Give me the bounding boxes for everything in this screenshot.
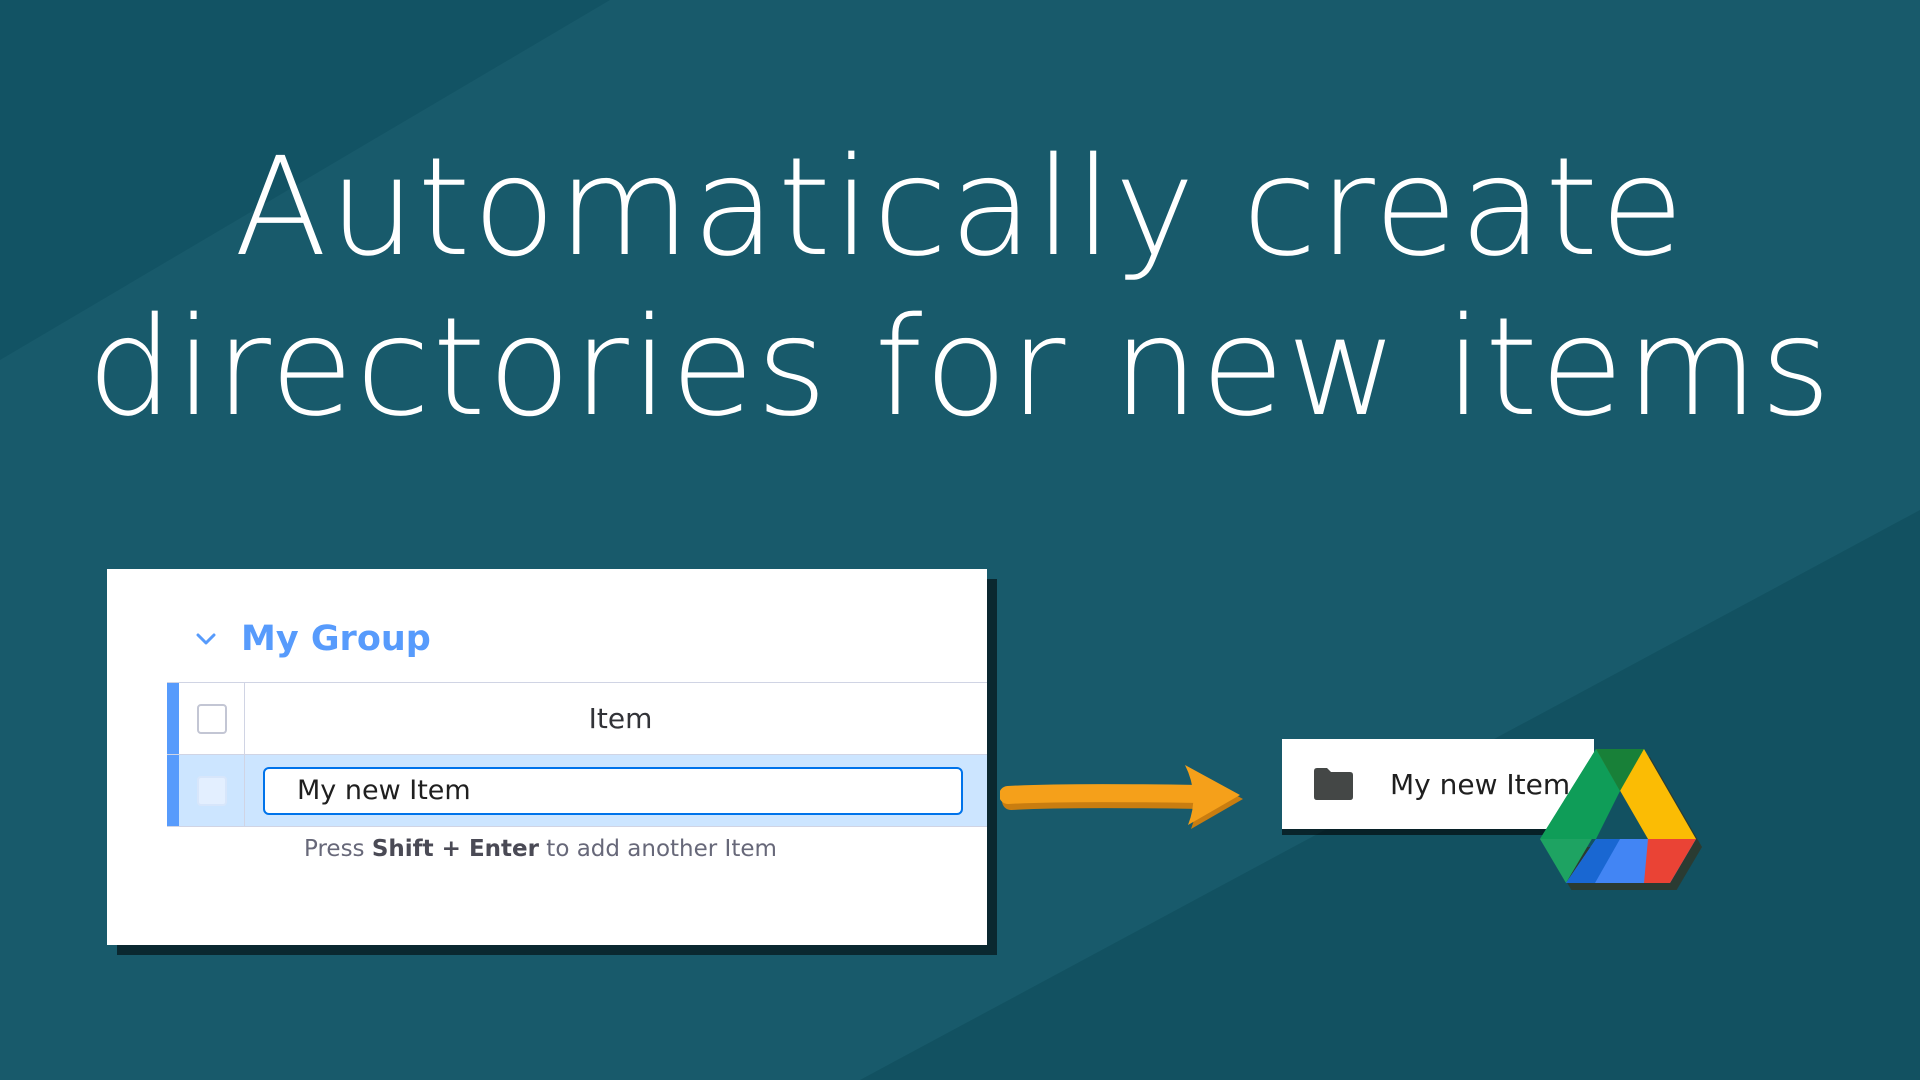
item-name-cell: [245, 755, 987, 826]
group-header[interactable]: My Group: [193, 619, 431, 659]
select-all-cell: [179, 683, 245, 754]
group-title[interactable]: My Group: [241, 619, 431, 659]
new-item-row: [167, 754, 987, 827]
row-select-cell: [179, 755, 245, 826]
chevron-down-icon[interactable]: [193, 626, 219, 652]
group-color-bar: [167, 683, 179, 754]
google-drive-logo-icon: [1540, 749, 1702, 890]
select-all-checkbox[interactable]: [196, 703, 227, 734]
add-item-hint: Press Shift + Enter to add another Item: [304, 836, 777, 862]
hint-suffix: to add another Item: [538, 836, 777, 862]
arrow-right-icon: [1000, 765, 1243, 829]
item-column-header[interactable]: Item: [245, 683, 987, 754]
folder-icon: [1314, 768, 1353, 800]
hint-keys: Shift + Enter: [371, 836, 539, 862]
hint-prefix: Press: [304, 836, 372, 862]
headline-line-2: directories for new items: [86, 289, 1834, 447]
slide: { "headline": { "line1": "Automatically …: [0, 0, 1920, 1080]
item-name-input[interactable]: [263, 766, 963, 815]
row-checkbox[interactable]: [196, 775, 227, 806]
group-color-bar: [167, 755, 179, 826]
board-card: My Group Item Press Shift + Enter to add…: [107, 569, 987, 945]
table-header-row: Item: [167, 682, 987, 754]
headline: Automatically create directories for new…: [0, 128, 1920, 448]
item-table: Item: [167, 682, 987, 827]
headline-line-1: Automatically create: [234, 129, 1686, 287]
